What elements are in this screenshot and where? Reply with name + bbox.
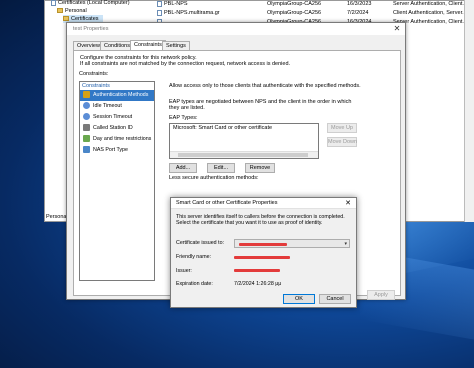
cert-issuer: OlympiaGroup-CA256 — [267, 10, 322, 16]
eap-description: EAP types are negotiated between NPS and… — [169, 99, 352, 111]
tree-node-root[interactable]: Certificates (Local Computer) — [51, 0, 130, 7]
panel-description: Configure the constraints for this netwo… — [80, 55, 291, 67]
certificate-icon — [157, 0, 162, 7]
clock-icon — [83, 102, 90, 110]
actions-pane-edge — [464, 0, 474, 222]
cert-issuer: OlympiaGroup-CA256 — [267, 1, 322, 7]
close-icon[interactable]: ✕ — [392, 24, 402, 34]
constraint-session-timeout[interactable]: Session Timeout — [80, 112, 154, 123]
cert-row-2[interactable]: PBL-NPS.multirama.gr — [157, 9, 220, 17]
redaction-mark — [234, 269, 280, 272]
phone-icon — [83, 124, 90, 132]
close-icon[interactable]: ✕ — [343, 198, 353, 209]
constraints-label: Constraints: — [79, 71, 109, 77]
constraints-list[interactable]: Constraints Authentication Methods Idle … — [79, 81, 155, 281]
move-down-button[interactable]: Move Down — [327, 137, 357, 147]
issuer-label: Issuer: — [176, 268, 192, 274]
certificate-store-icon — [51, 0, 56, 6]
constraint-idle-timeout[interactable]: Idle Timeout — [80, 101, 154, 112]
dialog-title: test Properties — [67, 23, 405, 35]
cancel-button[interactable]: Cancel — [319, 294, 351, 304]
friendly-name-label: Friendly name: — [176, 254, 212, 260]
apply-button[interactable]: Apply — [367, 290, 395, 300]
scrollbar-thumb[interactable] — [178, 153, 308, 157]
add-button[interactable]: Add... — [169, 163, 197, 173]
move-up-button[interactable]: Move Up — [327, 123, 357, 133]
eap-types-list[interactable]: Microsoft: Smart Card or other certifica… — [169, 123, 319, 159]
eap-types-label: EAP Types: — [169, 115, 198, 121]
edit-button[interactable]: Edit... — [207, 163, 235, 173]
issued-to-label: Certificate issued to: — [176, 240, 224, 246]
lock-icon — [83, 91, 90, 99]
constraint-called-station-id[interactable]: Called Station ID — [80, 123, 154, 134]
less-secure-label: Less secure authentication methods: — [169, 175, 259, 181]
folder-icon — [57, 8, 63, 14]
expiration-label: Expiration date: — [176, 281, 213, 287]
ok-button[interactable]: OK — [283, 294, 315, 304]
constraint-nas-port-type[interactable]: NAS Port Type — [80, 145, 154, 156]
certificate-select[interactable]: ▾ — [234, 239, 350, 248]
horizontal-scrollbar[interactable] — [170, 151, 318, 158]
cert-purpose: Client Authentication, Server... — [393, 10, 467, 16]
allow-access-label: Allow access only to those clients that … — [169, 83, 361, 89]
folder-icon — [63, 16, 69, 22]
eap-type-item[interactable]: Microsoft: Smart Card or other certifica… — [170, 124, 318, 132]
expiration-value: 7/2/2024 1:26:28 μμ — [234, 281, 282, 287]
cert-date: 16/3/2023 — [347, 1, 372, 7]
cert-purpose: Server Authentication, Client... — [393, 1, 467, 7]
constraint-day-time-restrictions[interactable]: Day and time restrictions — [80, 134, 154, 145]
status-personal-label: Personal — [46, 214, 68, 220]
certificate-properties-dialog: Smart Card or other Certificate Properti… — [170, 197, 357, 308]
cert-description: This server identifies itself to callers… — [176, 214, 345, 226]
certificate-icon — [157, 9, 162, 16]
cert-date: 7/2/2024 — [347, 10, 369, 16]
tab-constraints[interactable]: Constraints — [130, 40, 166, 50]
redaction-mark — [234, 256, 290, 259]
constraint-authentication-methods[interactable]: Authentication Methods — [80, 90, 154, 101]
tab-conditions[interactable]: Conditions — [100, 41, 134, 50]
redaction-mark — [239, 243, 287, 246]
clock-icon — [83, 113, 90, 121]
tab-settings[interactable]: Settings — [162, 41, 190, 50]
network-icon — [83, 146, 90, 154]
constraints-header: Constraints — [82, 83, 110, 89]
cert-row-1[interactable]: PBL-NPS — [157, 0, 188, 8]
allow-access-row: Allow access only to those clients that … — [169, 81, 395, 91]
remove-button[interactable]: Remove — [245, 163, 275, 173]
cert-dialog-title: Smart Card or other Certificate Properti… — [171, 198, 356, 209]
calendar-icon — [83, 135, 90, 143]
chevron-down-icon: ▾ — [344, 241, 347, 247]
tree-node-personal[interactable]: Personal — [57, 7, 87, 15]
